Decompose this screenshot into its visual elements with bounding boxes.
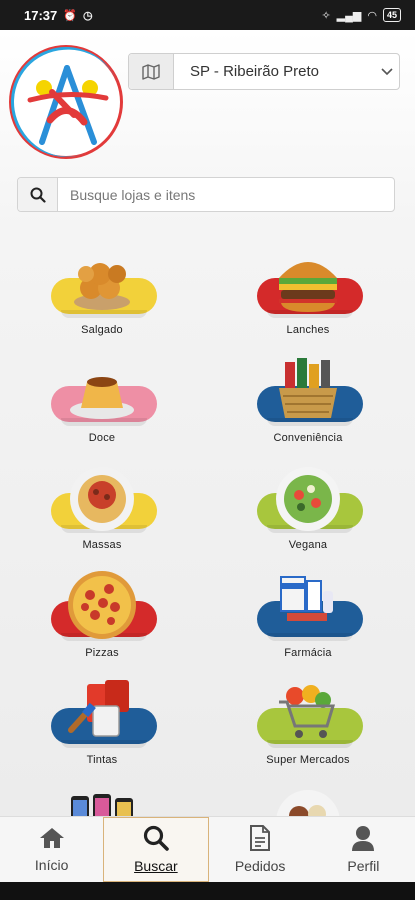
pasta-icon <box>65 459 139 533</box>
search-icon <box>143 825 169 854</box>
bottom-nav: Início Buscar Pedidos Perfil <box>0 816 415 882</box>
status-time: 17:37 <box>24 7 58 23</box>
search-bar[interactable] <box>17 177 395 212</box>
salad-icon <box>271 459 345 533</box>
nav-item-pedidos[interactable]: Pedidos <box>209 817 312 882</box>
meal-icon <box>271 782 345 816</box>
clock-icon: ◷ <box>82 9 93 22</box>
location-value: SP - Ribeirão Preto <box>190 63 319 80</box>
chevron-down-icon <box>375 67 399 76</box>
category-label: Pizzas <box>85 646 119 659</box>
nav-item-incio[interactable]: Início <box>0 817 103 882</box>
document-icon <box>249 825 271 854</box>
category-label: Massas <box>82 539 122 551</box>
burger-icon <box>271 244 345 318</box>
signal-icon: ▂▄▆ <box>336 9 362 22</box>
fried-snacks-icon <box>65 244 139 318</box>
category-tile[interactable] <box>17 778 187 816</box>
phones-icon <box>65 782 139 816</box>
category-label: Doce <box>88 431 116 444</box>
category-tile[interactable] <box>223 778 393 816</box>
pizza-icon <box>65 567 139 641</box>
map-icon <box>129 54 174 89</box>
nav-item-buscar[interactable]: Buscar <box>103 817 209 882</box>
nav-label: Início <box>34 857 69 873</box>
category-tile[interactable]: Pizzas <box>17 563 187 663</box>
pudding-icon <box>65 352 139 426</box>
user-icon <box>351 825 375 854</box>
category-label: Farmácia <box>284 646 332 659</box>
app-logo <box>9 45 123 159</box>
pharmacy-icon <box>271 567 345 641</box>
status-bar: 17:37 ⏰ ◷ ✧ ▂▄▆ ◠ 45 <box>0 0 415 30</box>
category-label: Tintas <box>86 754 118 766</box>
category-label: Lanches <box>286 324 330 336</box>
category-tile[interactable]: Massas <box>17 455 187 555</box>
category-label: Salgado <box>81 324 123 336</box>
category-tile[interactable]: Farmácia <box>223 563 393 663</box>
home-icon <box>39 826 65 853</box>
category-tile[interactable]: Super Mercados <box>223 670 393 770</box>
nav-label: Perfil <box>347 858 380 874</box>
nav-label: Pedidos <box>234 858 286 874</box>
nav-label: Buscar <box>134 858 178 874</box>
nav-item-perfil[interactable]: Perfil <box>312 817 415 882</box>
paint-icon <box>65 674 139 748</box>
battery-icon: 45 <box>382 8 401 22</box>
basket-icon <box>271 352 345 426</box>
category-label: Conveniência <box>273 431 343 444</box>
category-tile[interactable]: Conveniência <box>223 348 393 448</box>
system-nav-bar <box>0 882 415 900</box>
search-input[interactable] <box>58 178 394 211</box>
search-icon <box>18 178 58 211</box>
location-select[interactable]: SP - Ribeirão Preto <box>128 53 400 90</box>
vibrate-icon: ✧ <box>321 9 331 22</box>
app-screen: SP - Ribeirão Preto Salgado Lanches Doce Co… <box>0 30 415 816</box>
category-tile[interactable]: Doce <box>17 348 187 448</box>
category-label: Super Mercados <box>266 754 350 766</box>
category-tile[interactable]: Vegana <box>223 455 393 555</box>
category-tile[interactable]: Salgado <box>17 240 187 340</box>
category-label: Vegana <box>288 539 328 551</box>
category-tile[interactable]: Lanches <box>223 240 393 340</box>
wifi-icon: ◠ <box>367 9 377 22</box>
category-tile[interactable]: Tintas <box>17 670 187 770</box>
cart-icon <box>271 674 345 748</box>
alarm-icon: ⏰ <box>63 9 77 22</box>
